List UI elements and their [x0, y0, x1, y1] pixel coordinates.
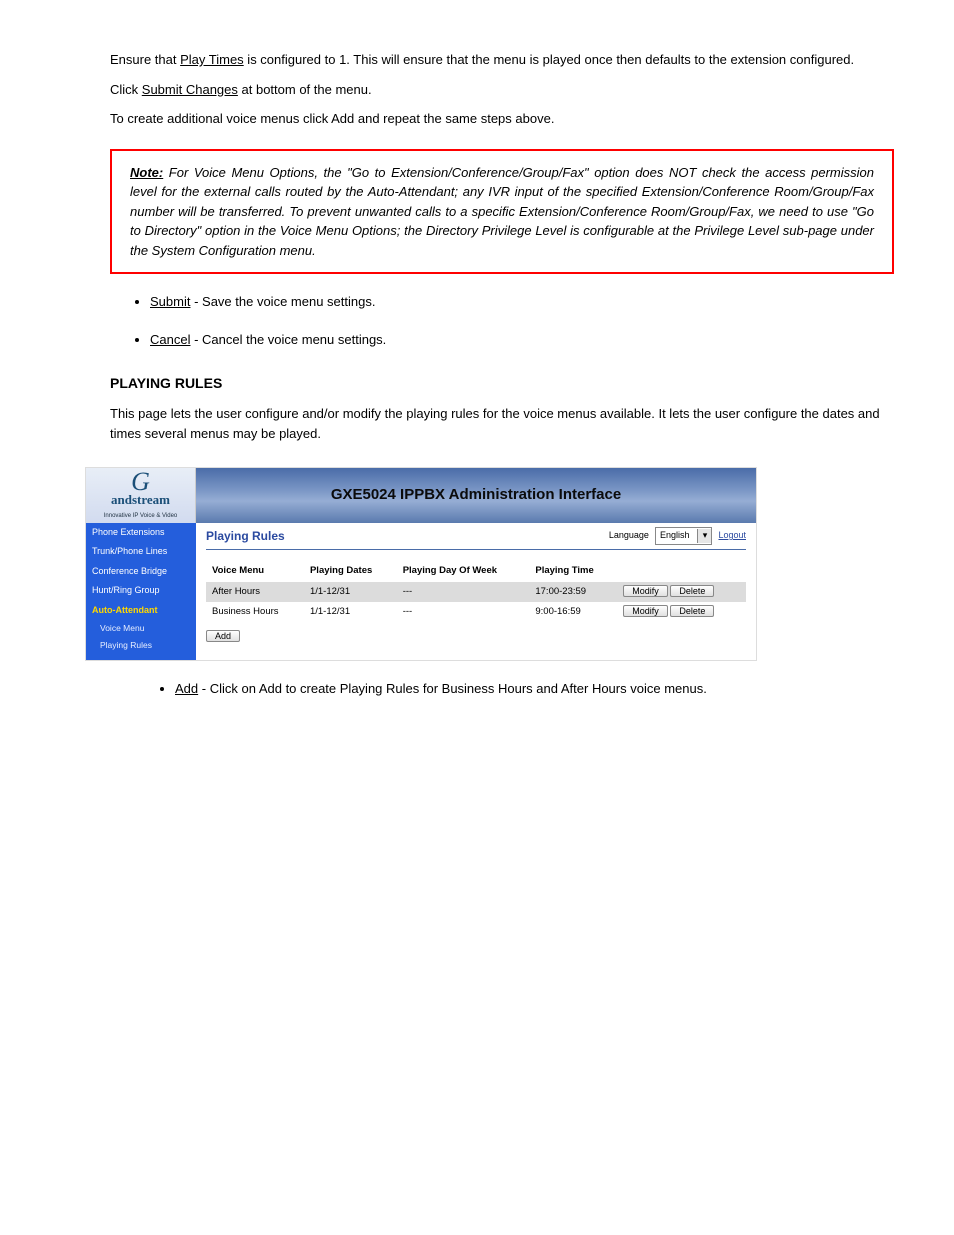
col-day-of-week: Playing Day Of Week — [397, 560, 530, 582]
modify-button[interactable]: Modify — [623, 585, 668, 597]
language-select[interactable]: English ▾ — [655, 527, 713, 545]
section-body-playing-rules: This page lets the user configure and/or… — [110, 404, 894, 443]
chevron-down-icon: ▾ — [697, 529, 711, 543]
logo-mark-icon: G — [104, 472, 178, 493]
delete-button[interactable]: Delete — [670, 585, 714, 597]
sidebar-item-auto-attendant[interactable]: Auto-Attendant — [86, 601, 196, 621]
sidebar-item-hunt-ring[interactable]: Hunt/Ring Group — [86, 581, 196, 601]
modify-button[interactable]: Modify — [623, 605, 668, 617]
doc-option-list: Submit - Save the voice menu settings. C… — [150, 292, 894, 349]
col-playing-dates: Playing Dates — [304, 560, 397, 582]
add-button[interactable]: Add — [206, 630, 240, 642]
logo-brand: andstream — [111, 492, 170, 507]
logo-tagline: Innovative IP Voice & Video — [104, 513, 178, 519]
doc-add-list: Add - Click on Add to create Playing Rul… — [175, 679, 894, 699]
sidebar-sub-voice-menu[interactable]: Voice Menu — [86, 620, 196, 637]
note-box: Note: For Voice Menu Options, the "Go to… — [110, 149, 894, 275]
sidebar: Phone Extensions Trunk/Phone Lines Confe… — [86, 523, 196, 660]
cell-dow: --- — [397, 582, 530, 602]
cell-dates: 1/1-12/31 — [304, 602, 397, 622]
table-row: Business Hours 1/1-12/31 --- 9:00-16:59 … — [206, 602, 746, 622]
app-header: G andstream Innovative IP Voice & Video … — [86, 468, 756, 523]
sidebar-item-conf-bridge[interactable]: Conference Bridge — [86, 562, 196, 582]
cell-voice-menu: Business Hours — [206, 602, 304, 622]
doc-para-additional: To create additional voice menus click A… — [110, 109, 894, 129]
table-row: After Hours 1/1-12/31 --- 17:00-23:59 Mo… — [206, 582, 746, 602]
sidebar-item-phone-ext[interactable]: Phone Extensions — [86, 523, 196, 543]
logout-link[interactable]: Logout — [718, 529, 746, 543]
sidebar-item-trunk[interactable]: Trunk/Phone Lines — [86, 542, 196, 562]
cell-time: 9:00-16:59 — [529, 602, 617, 622]
doc-para-submit-changes: Click Submit Changes at bottom of the me… — [110, 80, 894, 100]
app-window: G andstream Innovative IP Voice & Video … — [85, 467, 757, 661]
cell-dow: --- — [397, 602, 530, 622]
list-item-submit: Submit - Save the voice menu settings. — [150, 292, 894, 312]
doc-para-play-times: Ensure that Play Times is configured to … — [110, 50, 894, 70]
delete-button[interactable]: Delete — [670, 605, 714, 617]
cell-dates: 1/1-12/31 — [304, 582, 397, 602]
cell-time: 17:00-23:59 — [529, 582, 617, 602]
logo-area: G andstream Innovative IP Voice & Video — [86, 468, 196, 523]
content-title: Playing Rules — [206, 527, 285, 545]
language-value: English — [656, 528, 698, 544]
section-heading-playing-rules: PLAYING RULES — [110, 373, 894, 394]
content-area: Playing Rules Language English ▾ Logout … — [196, 523, 756, 654]
language-label: Language — [609, 529, 649, 543]
col-playing-time: Playing Time — [529, 560, 617, 582]
app-title: GXE5024 IPPBX Administration Interface — [196, 468, 756, 523]
note-label: Note: — [130, 165, 163, 180]
rules-table: Voice Menu Playing Dates Playing Day Of … — [206, 560, 746, 623]
sidebar-sub-playing-rules[interactable]: Playing Rules — [86, 637, 196, 654]
list-item-cancel: Cancel - Cancel the voice menu settings. — [150, 330, 894, 350]
col-voice-menu: Voice Menu — [206, 560, 304, 582]
list-item-add: Add - Click on Add to create Playing Rul… — [175, 679, 894, 699]
cell-voice-menu: After Hours — [206, 582, 304, 602]
note-body: For Voice Menu Options, the "Go to Exten… — [130, 165, 874, 258]
